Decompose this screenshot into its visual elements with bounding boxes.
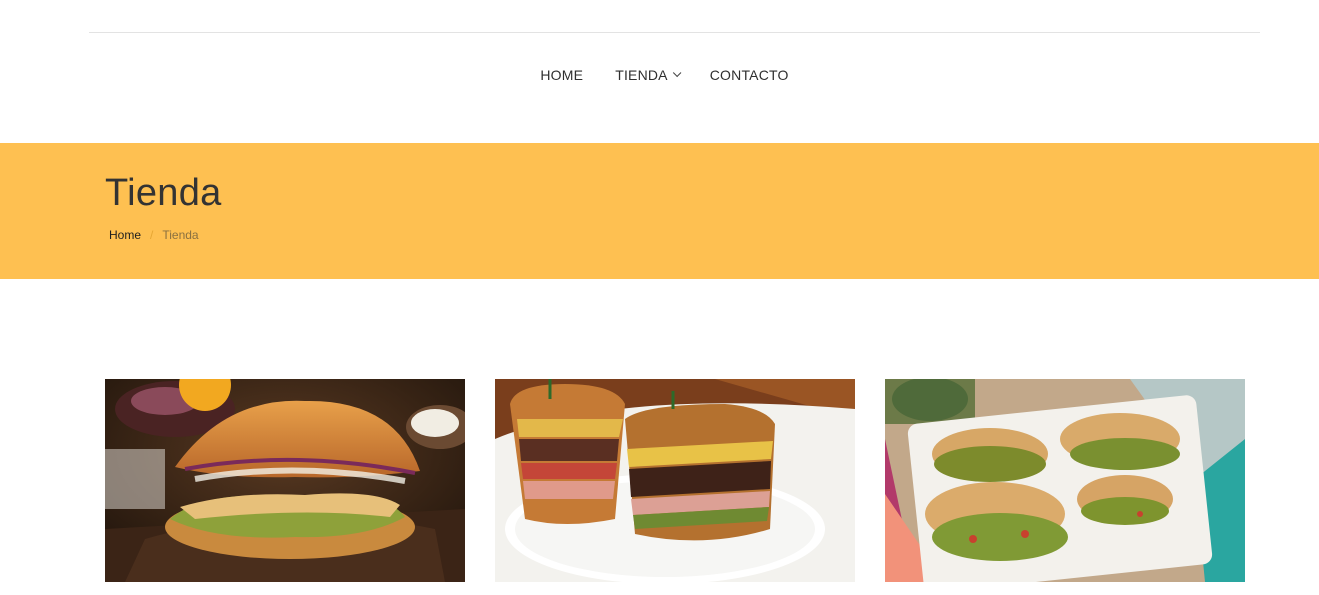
main-nav: HOME TIENDA CONTACTO: [0, 66, 1319, 84]
nav-item-tienda[interactable]: TIENDA: [615, 66, 682, 84]
nav-item-label: HOME: [540, 67, 584, 83]
product-card[interactable]: [495, 379, 855, 582]
page-title: Tienda: [105, 172, 222, 214]
chevron-down-icon: [672, 68, 682, 78]
torta-milanesa-photo: [105, 379, 465, 582]
breadcrumb-current: Tienda: [162, 228, 199, 242]
nav-item-contacto[interactable]: CONTACTO: [710, 66, 789, 84]
breadcrumb: Home / Tienda: [109, 228, 199, 242]
product-grid: [105, 379, 1245, 582]
nav-item-label: CONTACTO: [709, 67, 789, 83]
product-card[interactable]: [885, 379, 1245, 582]
product-card[interactable]: [105, 379, 465, 582]
club-sandwich-photo: [495, 379, 855, 582]
page-header-banner: Tienda Home / Tienda: [0, 143, 1319, 279]
top-divider: [89, 32, 1260, 33]
breadcrumb-home-link[interactable]: Home: [109, 228, 141, 242]
gorditas-salsa-verde-photo: [885, 379, 1245, 582]
nav-item-label: TIENDA: [615, 67, 668, 83]
nav-item-home[interactable]: HOME: [540, 66, 583, 84]
breadcrumb-separator: /: [150, 228, 154, 242]
